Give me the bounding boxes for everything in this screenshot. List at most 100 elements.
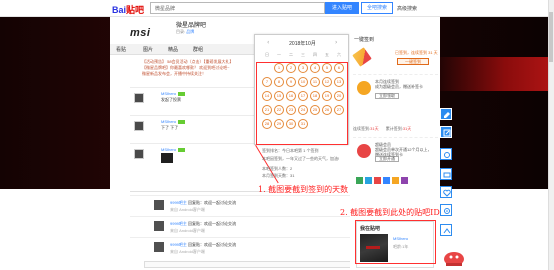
forum-tabs: 看贴 图片 精品 群组 [110,44,255,55]
reply-item[interactable]: 9999吧主 回复贴：欢迎一起讨论交流 来自 Android客户端 [130,237,360,257]
calendar-footer-line: 本吧签到人数：2 [262,166,293,171]
qq-icon[interactable] [383,177,390,184]
level-badge [178,91,186,96]
tab-images[interactable]: 图片 [143,46,153,53]
scrollbar-thumb[interactable] [549,12,553,62]
calendar-weekday: 五 [325,52,329,57]
wechat-icon[interactable] [356,177,363,184]
stat-label: 累计签到: [385,126,403,131]
vip-icon [357,144,371,158]
forum-name[interactable]: 微星品牌吧 [176,20,206,29]
refresh-icon[interactable] [440,148,452,160]
top-header: Bai贴吧 微星品牌 进入贴吧 全吧搜索 高级搜索 [0,0,554,17]
list-item[interactable]: MSIhero [130,143,258,171]
advanced-search-link[interactable]: 高级搜索 [397,5,417,12]
calendar-footer-line: 签到排名：今日本吧第 1 个签到 [262,148,319,153]
reply-line: 9999吧主 回复贴：欢迎一起讨论交流 [170,200,236,206]
annotation-box-forum-id [355,220,436,264]
reply-meta: 来自 Android客户端 [170,207,205,212]
notice-block: 【活动预告】 58会员活动（点击）【重磅发展大礼】 【微星品牌吧】你最喜欢哪款？… [142,59,252,77]
tab-featured[interactable]: 精品 [168,46,178,53]
back-to-top-icon[interactable] [440,224,452,236]
post-image[interactable] [161,153,173,163]
calendar-weekday: 三 [301,52,305,57]
feedback-icon[interactable] [440,204,452,216]
post-user[interactable]: MSIhero [161,147,186,152]
category-label: 目录: [176,29,186,34]
post-username[interactable]: MSIhero [161,91,176,96]
notice-line[interactable]: 微星新品发布会，开播中持续关注！ [142,71,252,77]
share-icon[interactable] [392,177,399,184]
list-item[interactable]: MSIhero 下了 下了 [130,115,258,143]
annotation-box-calendar [256,62,348,145]
forum-logo[interactable]: msi [130,27,150,39]
promo-text: 超级会员 超级会员单次开通12个月以上，赠送连续签到卡 [375,142,435,157]
promo-text: 本月连续签到 成为超级会员，赠送补签卡 [375,79,435,89]
edit-icon[interactable] [440,108,452,120]
reply-text: 回复贴：欢迎一起讨论交流 [188,242,237,247]
mascot-icon[interactable] [442,247,466,267]
level-badge [178,119,186,124]
enter-forum-button[interactable]: 进入贴吧 [325,2,359,14]
calendar-footer-line: 本月签到天数：31 [262,173,295,178]
compose-icon[interactable] [440,126,452,138]
avatar[interactable] [154,242,164,252]
tab-groups[interactable]: 群组 [193,46,203,53]
calendar-weekday: 四 [313,52,317,57]
reply-meta: 来自 Android客户端 [170,249,205,254]
calendar-weekday: 日 [265,52,269,57]
avatar[interactable] [134,93,144,103]
weibo-icon[interactable] [374,177,381,184]
one-click-sign-button[interactable]: 一键签到 [397,58,429,65]
activate-button[interactable]: 立即开通 [375,156,399,162]
reply-item[interactable]: 9999吧主 回复贴：欢迎一起讨论交流 来自 Android客户端 [130,216,360,236]
sidebar-promo: 本月连续签到 成为超级会员，赠送补签卡 立即领取 [353,74,438,102]
claim-button[interactable]: 立即领取 [375,93,399,99]
qzone-icon[interactable] [365,177,372,184]
sign-card: 已签到，连续签到 31 天 一键签到 [352,44,438,68]
level-badge [178,147,186,152]
reply-user[interactable]: 9999吧主 [170,242,187,247]
more-icon[interactable] [401,177,408,184]
category-link[interactable]: 品牌 [186,29,194,34]
reply-text: 回复贴：欢迎一起讨论交流 [188,221,237,226]
reply-meta: 来自 Android客户端 [170,228,205,233]
banner-red-glow [431,57,554,91]
reply-user[interactable]: 9999吧主 [170,221,187,226]
chevron-right-icon[interactable]: › [335,39,337,46]
avatar[interactable] [154,221,164,231]
tieba-logo[interactable]: Bai贴吧 [112,3,144,16]
heart-icon[interactable] [440,186,452,198]
calendar-weekday: 二 [289,52,293,57]
tab-posts[interactable]: 看贴 [116,46,126,53]
post-text[interactable]: 下了 下了 [161,125,178,131]
post-user[interactable]: MSIhero [161,91,186,96]
avatar[interactable] [134,121,144,131]
annotation-label-1: 1. 截图要截到签到的天数 [258,185,349,194]
calendar-weekday: 六 [337,52,341,57]
reply-line: 9999吧主 回复贴：欢迎一起讨论交流 [170,221,236,227]
logo-accent: 贴吧 [126,5,145,15]
calendar-weekday: 一 [277,52,281,57]
reply-user[interactable]: 9999吧主 [170,200,187,205]
avatar[interactable] [154,200,164,210]
stat-value: 31天 [370,126,379,131]
avatar[interactable] [134,149,144,159]
post-username[interactable]: MSIhero [161,147,176,152]
post-username[interactable]: MSIhero [161,119,176,124]
pencil-icon [352,47,372,67]
search-input[interactable]: 微星品牌 [150,2,325,14]
reply-item[interactable]: 9999吧主 回复贴：欢迎一起讨论交流 来自 Android客户端 [130,195,360,215]
reply-input[interactable] [144,261,354,268]
search-all-button[interactable]: 全吧搜索 [361,2,393,14]
promo-desc: 成为超级会员，赠送补签卡 [375,84,423,89]
post-user[interactable]: MSIhero [161,119,186,124]
list-item[interactable]: MSIhero 发起了投票 [130,87,258,115]
post-text[interactable]: 发起了投票 [161,97,181,103]
divider [130,191,270,192]
sign-title: 一键签到 [354,37,375,43]
reply-line: 9999吧主 回复贴：欢迎一起讨论交流 [170,242,236,248]
sign-status: 已签到，连续签到 31 天 [395,50,438,55]
reply-text: 回复贴：欢迎一起讨论交流 [188,200,237,205]
message-icon[interactable] [440,168,452,180]
